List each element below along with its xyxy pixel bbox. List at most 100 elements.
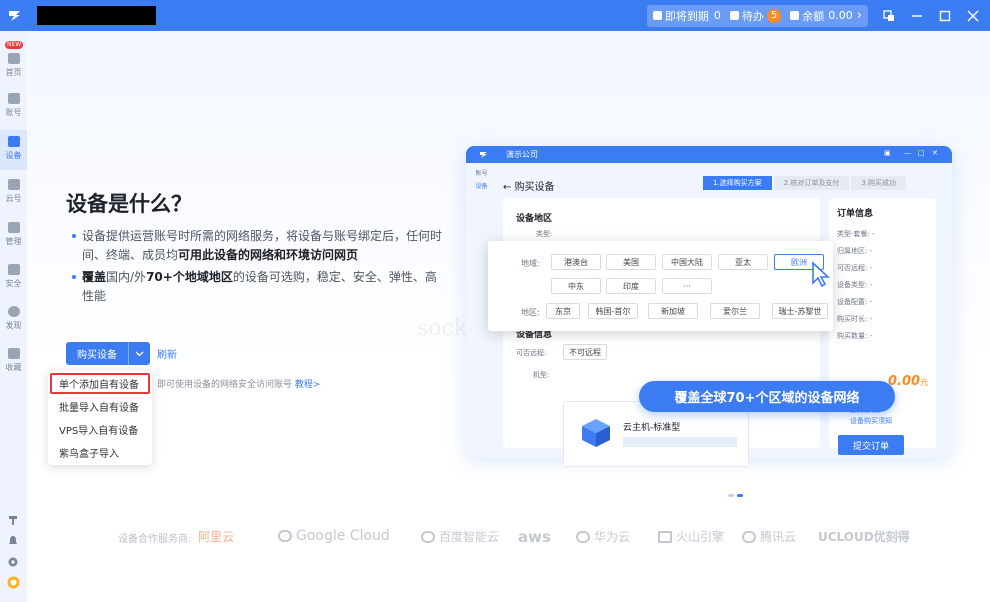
pin-icon[interactable] (7, 514, 19, 526)
todo-button[interactable]: 待办 5 (729, 8, 782, 24)
order-line-label: 类型-套餐: (837, 230, 870, 238)
buy-device-button[interactable]: 购买设备 (66, 342, 128, 365)
expiring-button[interactable]: 即将到期 0 (652, 8, 721, 24)
todo-count-badge: 5 (766, 8, 782, 23)
device-icon (7, 136, 20, 147)
order-line-label: 设备类型: (837, 281, 868, 289)
mock-type-label: 类型: (536, 230, 553, 238)
sidebar-item-label: 账号 (5, 108, 22, 117)
baidu-cloud-icon (421, 530, 435, 543)
cursor-pointer-icon (812, 261, 831, 287)
sidebar-item-account[interactable]: 账号 (0, 91, 27, 131)
bullet-2-bold-a: 覆盖 (82, 270, 107, 284)
menu-item-add-single-device[interactable]: 单个添加自有设备 (50, 373, 150, 394)
buy-device-dropdown-toggle[interactable] (128, 342, 150, 365)
settings-gear-icon[interactable] (7, 556, 19, 568)
carousel-dot[interactable] (728, 494, 734, 497)
mock-order-line: 可否远程: - (837, 263, 872, 273)
mock-page-title-text: 购买设备 (514, 182, 555, 193)
status-chip: 即将到期 0 待办 5 余额 0.00 › (646, 4, 868, 27)
mock-submit-order: 提交订单 (838, 435, 904, 455)
sidebar-item-manage[interactable]: 管理 (0, 220, 27, 260)
partner-label: 设备合作服务商: (118, 534, 192, 545)
mock-close-icon: ✕ (932, 149, 938, 157)
mock-area-chip: 爱尔兰 (710, 303, 760, 319)
mock-side-device: 设备 (475, 183, 488, 190)
page-title: 设备是什么？ (66, 192, 192, 216)
order-line-value: - (869, 247, 873, 255)
mock-remote-option: 不可远程 (563, 344, 607, 360)
order-line-value: - (869, 298, 873, 306)
shield-icon (7, 264, 20, 275)
mock-region-chip: 印度 (606, 278, 656, 294)
mock-area-label: 地区: (521, 308, 540, 317)
bullet-1: 设备提供运营账号时所需的网络服务，将设备与账号绑定后，任何时间、终端、成员均可用… (72, 227, 442, 265)
order-line-value: - (872, 230, 875, 238)
mock-agree-2: 设备购买须知 (850, 417, 892, 425)
ucloud-logo: UCLOUD优刻得 (818, 530, 910, 544)
close-icon (967, 10, 979, 21)
sidebar-item-home[interactable]: NEW 首页 (0, 41, 27, 83)
menu-item-box-import[interactable]: 紫鸟盒子导入 (50, 442, 150, 463)
maximize-button[interactable] (934, 5, 956, 27)
tencent-cloud-icon (742, 530, 756, 543)
mock-area-chip: 瑞士-苏黎世 (772, 303, 828, 319)
volcengine-icon (658, 530, 672, 543)
baidu-cloud-logo-text: 百度智能云 (439, 530, 500, 544)
sidebar-item-device[interactable]: 设备 (0, 130, 27, 170)
bullet-2: 覆盖国内/外70+个地域地区的设备可选购，稳定、安全、弹性、高性能 (72, 268, 442, 306)
add-device-dropdown-menu: 单个添加自有设备 批量导入自有设备 VPS导入自有设备 紫鸟盒子导入 (48, 371, 152, 465)
user-switch-button[interactable] (878, 5, 900, 27)
tutorial-link[interactable]: 教程> (295, 380, 321, 390)
mock-side-account: 账号 (475, 170, 488, 177)
mock-region-chip: 中东 (551, 278, 601, 294)
close-button[interactable] (962, 5, 984, 27)
sidebar-item-security[interactable]: 安全 (0, 262, 27, 302)
order-line-value: - (869, 315, 873, 323)
mock-region-label: 地域: (521, 259, 540, 268)
mock-user-icon: ▣ (884, 149, 891, 157)
compass-icon (7, 306, 20, 317)
sidebar-item-discover[interactable]: 发现 (0, 304, 27, 344)
support-agent-icon[interactable] (7, 576, 20, 589)
refresh-link[interactable]: 刷新 (157, 346, 177, 361)
baidu-cloud-logo: 百度智能云 (421, 528, 499, 545)
order-line-label: 购买时长: (837, 315, 868, 323)
mock-order-line: 归属地区: - (837, 246, 872, 256)
menu-item-batch-import-devices[interactable]: 批量导入自有设备 (50, 396, 150, 417)
mock-step-3: 3.购买成功 (851, 176, 907, 190)
maximize-icon (939, 10, 951, 21)
global-coverage-banner: 覆盖全球70+个区域的设备网络 (639, 381, 895, 412)
mock-page-title: ← 购买设备 (503, 178, 555, 193)
sidebar-item-cloud[interactable]: 云号 (0, 177, 27, 217)
bullet-2-bold-c: 70+个地域地区 (146, 270, 233, 284)
mock-order-line: 类型-套餐: - (837, 229, 875, 239)
sidebar-item-label: 管理 (5, 237, 22, 246)
mock-price: 0.00元 (888, 374, 928, 389)
mock-steps: 1.选择购买方案 2.核对订单及支付 3.购买成功 (703, 176, 908, 190)
sidebar-item-favorites[interactable]: 收藏 (0, 346, 27, 386)
mock-area-chip: 东京 (546, 303, 580, 319)
mock-remote-label: 可否远程: (516, 349, 547, 357)
manage-icon (7, 222, 20, 233)
home-icon (7, 53, 20, 64)
balance-button[interactable]: 余额 0.00 › (790, 8, 862, 24)
sidebar-item-label: 首页 (5, 68, 22, 77)
sidebar-item-label: 发现 (5, 321, 22, 330)
hint-text: ，即可使用设备的网络安全访问账号 教程> (148, 377, 320, 390)
mock-order-title: 订单信息 (837, 209, 874, 219)
sidebar-item-label: 设备 (5, 151, 22, 160)
bell-icon[interactable] (7, 535, 19, 547)
mock-area-chip: 新加坡 (648, 303, 698, 319)
order-line-value: - (869, 332, 873, 340)
description: 设备提供运营账号时所需的网络服务，将设备与账号绑定后，任何时间、终端、成员均可用… (72, 227, 442, 309)
mock-price-value: 0.00 (888, 374, 921, 389)
minimize-button[interactable] (906, 5, 928, 27)
mock-back-arrow-icon: ← (503, 182, 515, 193)
order-line-label: 归属地区: (837, 247, 868, 255)
huawei-icon (576, 530, 590, 543)
carousel-dot-active[interactable] (737, 494, 743, 497)
mock-cloud-host-label: 云主机-标准型 (623, 423, 681, 433)
menu-item-vps-import[interactable]: VPS导入自有设备 (50, 419, 150, 440)
chevron-down-icon (135, 351, 144, 356)
